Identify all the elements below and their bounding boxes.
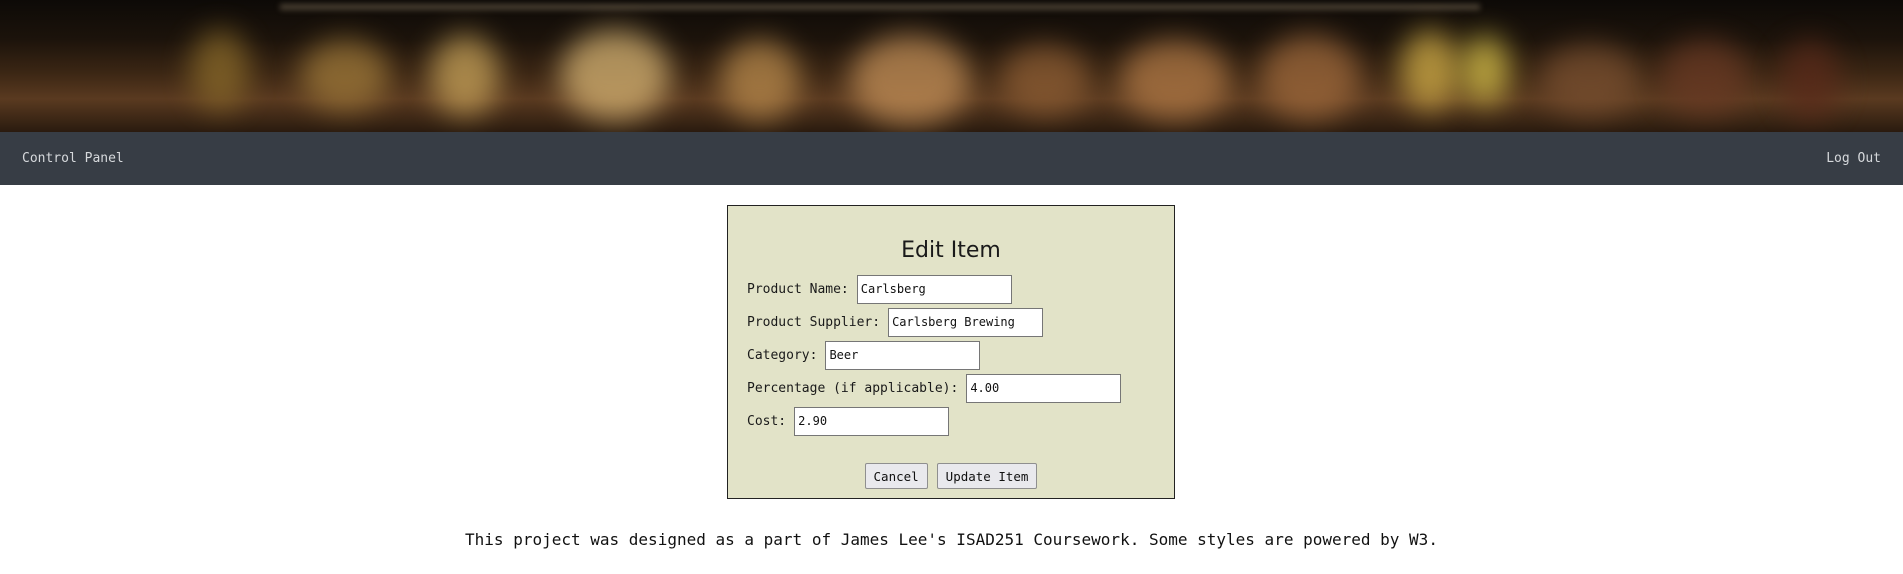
form-actions: Cancel Update Item bbox=[728, 463, 1174, 489]
edit-item-panel: Edit Item Product Name: Product Supplier… bbox=[727, 205, 1175, 499]
footer-text: This project was designed as a part of J… bbox=[465, 530, 1438, 549]
category-input[interactable] bbox=[825, 340, 981, 370]
product-name-input[interactable] bbox=[856, 274, 1012, 304]
edit-item-title: Edit Item bbox=[901, 238, 1001, 263]
cost-input[interactable] bbox=[794, 406, 950, 436]
category-row: Category: bbox=[747, 340, 981, 370]
update-item-button[interactable]: Update Item bbox=[936, 463, 1038, 489]
percentage-label: Percentage (if applicable): bbox=[747, 380, 959, 396]
percentage-row: Percentage (if applicable): bbox=[747, 373, 1122, 403]
product-name-label: Product Name: bbox=[747, 281, 849, 297]
cost-label: Cost: bbox=[747, 413, 787, 429]
product-supplier-label: Product Supplier: bbox=[747, 314, 881, 330]
product-name-row: Product Name: bbox=[747, 274, 1012, 304]
header-banner-image bbox=[0, 0, 1903, 132]
top-navbar: Control Panel Log Out bbox=[0, 132, 1903, 185]
log-out-link[interactable]: Log Out bbox=[1826, 132, 1881, 185]
cancel-button[interactable]: Cancel bbox=[864, 463, 928, 489]
product-supplier-input[interactable] bbox=[888, 307, 1044, 337]
cost-row: Cost: bbox=[747, 406, 950, 436]
control-panel-link[interactable]: Control Panel bbox=[22, 132, 124, 185]
product-supplier-row: Product Supplier: bbox=[747, 307, 1044, 337]
category-label: Category: bbox=[747, 347, 818, 363]
percentage-input[interactable] bbox=[966, 373, 1122, 403]
